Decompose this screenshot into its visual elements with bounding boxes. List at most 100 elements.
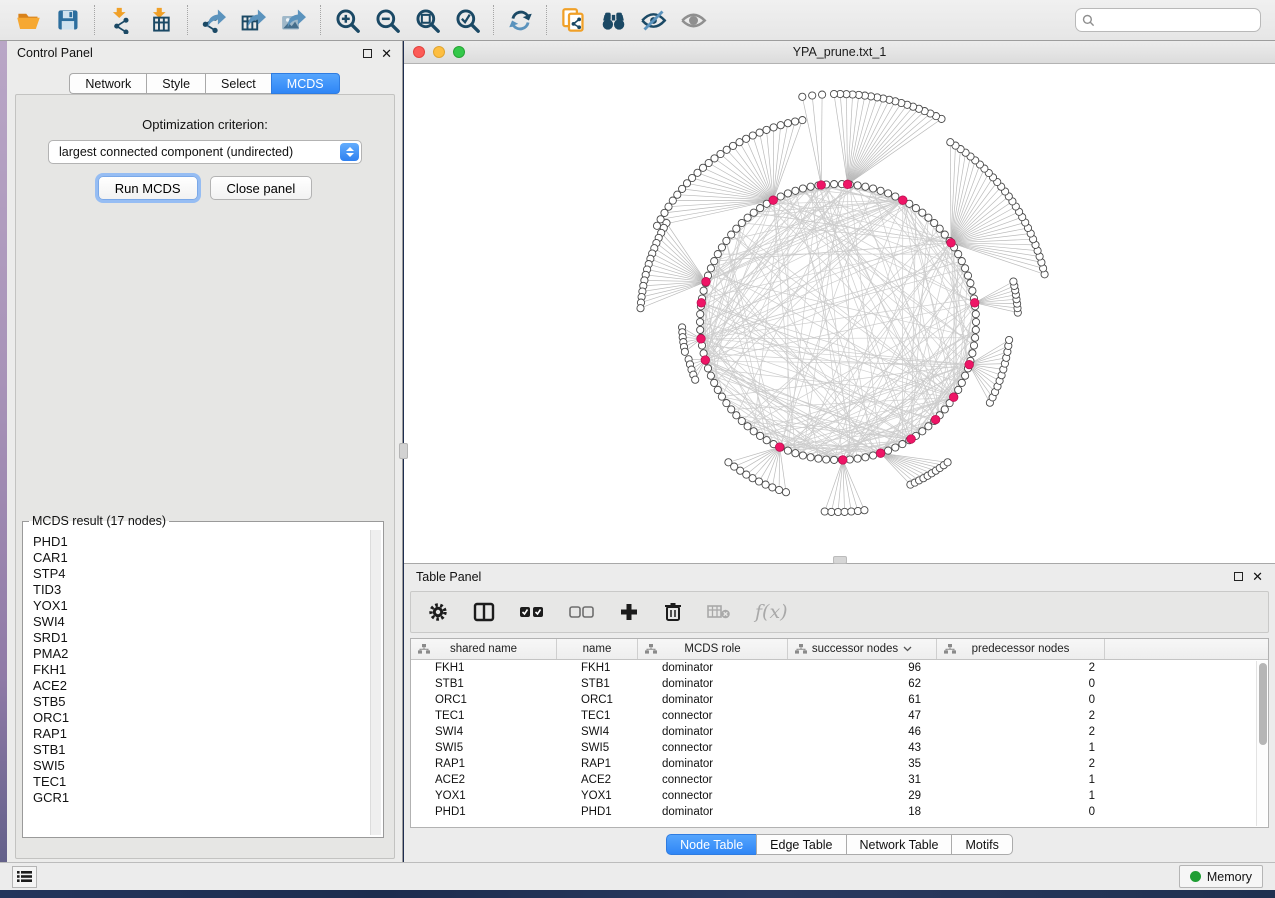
network-node[interactable] <box>919 428 926 435</box>
network-node[interactable] <box>755 478 762 485</box>
network-node[interactable] <box>958 379 965 386</box>
mcds-result-item[interactable]: ACE2 <box>33 678 361 694</box>
network-node[interactable] <box>972 318 979 325</box>
tab-network[interactable]: Network <box>69 73 146 94</box>
mcds-result-scrollbar[interactable] <box>370 530 381 835</box>
network-node[interactable] <box>637 305 644 312</box>
network-node[interactable] <box>877 187 884 194</box>
apply-layout-icon[interactable] <box>500 3 540 37</box>
network-node[interactable] <box>941 231 948 238</box>
table-row[interactable]: YOX1YOX1connector291 <box>411 788 1268 804</box>
network-node[interactable] <box>792 118 799 125</box>
network-node[interactable] <box>792 450 799 457</box>
dominator-node[interactable] <box>876 449 885 458</box>
close-panel-button[interactable]: Close panel <box>210 176 313 200</box>
tab-mcds[interactable]: MCDS <box>271 73 340 94</box>
network-overview-icon[interactable] <box>553 3 593 37</box>
mcds-result-item[interactable]: ORC1 <box>33 710 361 726</box>
network-node[interactable] <box>819 91 826 98</box>
table-row[interactable]: STB1STB1dominator620 <box>411 676 1268 692</box>
criterion-dropdown[interactable]: largest connected component (undirected) <box>48 140 362 164</box>
tab-style[interactable]: Style <box>146 73 205 94</box>
tab-motifs[interactable]: Motifs <box>951 834 1012 855</box>
network-node[interactable] <box>728 406 735 413</box>
mcds-result-item[interactable]: PMA2 <box>33 646 361 662</box>
network-node[interactable] <box>707 372 714 379</box>
dominator-node[interactable] <box>843 180 852 189</box>
network-node[interactable] <box>723 237 730 244</box>
network-node[interactable] <box>862 454 869 461</box>
network-node[interactable] <box>784 190 791 197</box>
column-header-shared-name[interactable]: shared name <box>411 639 557 659</box>
network-node[interactable] <box>962 372 969 379</box>
network-node[interactable] <box>757 205 764 212</box>
dominator-node[interactable] <box>697 335 706 344</box>
network-node[interactable] <box>1010 278 1017 285</box>
network-node[interactable] <box>704 365 711 372</box>
network-node[interactable] <box>738 417 745 424</box>
float-panel-icon[interactable] <box>363 49 372 58</box>
network-graph[interactable] <box>404 64 1275 562</box>
close-table-panel-icon[interactable]: ✕ <box>1252 572 1263 581</box>
network-node[interactable] <box>925 423 932 430</box>
network-node[interactable] <box>870 452 877 459</box>
network-node[interactable] <box>854 455 861 462</box>
dominator-node[interactable] <box>775 443 784 452</box>
network-node[interactable] <box>799 93 806 100</box>
network-node[interactable] <box>841 508 848 515</box>
dominator-node[interactable] <box>947 239 956 248</box>
network-node[interactable] <box>848 508 855 515</box>
search-box[interactable] <box>1075 8 1261 32</box>
network-node[interactable] <box>955 386 962 393</box>
network-node[interactable] <box>899 441 906 448</box>
table-row[interactable]: RAP1RAP1dominator352 <box>411 756 1268 772</box>
network-node[interactable] <box>861 507 868 514</box>
column-header-predecessor-nodes[interactable]: predecessor nodes <box>937 639 1105 659</box>
table-row[interactable]: PHD1PHD1dominator180 <box>411 804 1268 820</box>
mcds-result-item[interactable]: STB5 <box>33 694 361 710</box>
network-node[interactable] <box>697 326 704 333</box>
export-image-icon[interactable] <box>274 3 314 37</box>
network-node[interactable] <box>970 342 977 349</box>
mcds-result-item[interactable]: SRD1 <box>33 630 361 646</box>
network-node[interactable] <box>936 225 943 232</box>
mcds-result-item[interactable]: STP4 <box>33 566 361 582</box>
network-node[interactable] <box>809 92 816 99</box>
network-node[interactable] <box>925 214 932 221</box>
network-node[interactable] <box>807 183 814 190</box>
network-node[interactable] <box>707 265 714 272</box>
mcds-result-item[interactable]: CAR1 <box>33 550 361 566</box>
network-node[interactable] <box>661 209 668 216</box>
network-node[interactable] <box>870 185 877 192</box>
network-node[interactable] <box>749 132 756 139</box>
network-node[interactable] <box>763 437 770 444</box>
network-node[interactable] <box>733 225 740 232</box>
network-node[interactable] <box>919 209 926 216</box>
mcds-result-item[interactable]: GCR1 <box>33 790 361 806</box>
network-node[interactable] <box>931 219 938 226</box>
network-node[interactable] <box>696 318 703 325</box>
network-node[interactable] <box>714 386 721 393</box>
network-node[interactable] <box>885 447 892 454</box>
zoom-out-icon[interactable] <box>367 3 407 37</box>
mcds-result-item[interactable]: STB1 <box>33 742 361 758</box>
network-node[interactable] <box>969 287 976 294</box>
network-node[interactable] <box>718 393 725 400</box>
mcds-result-item[interactable]: SWI4 <box>33 614 361 630</box>
network-node[interactable] <box>769 484 776 491</box>
network-node[interactable] <box>777 122 784 129</box>
network-node[interactable] <box>799 185 806 192</box>
network-node[interactable] <box>941 406 948 413</box>
network-node[interactable] <box>828 508 835 515</box>
network-node[interactable] <box>711 379 718 386</box>
network-node[interactable] <box>972 311 979 318</box>
network-node[interactable] <box>756 129 763 136</box>
network-node[interactable] <box>697 311 704 318</box>
tab-network-table[interactable]: Network Table <box>846 834 952 855</box>
network-node[interactable] <box>962 265 969 272</box>
column-header-successor-nodes[interactable]: successor nodes <box>788 639 937 659</box>
network-node[interactable] <box>892 444 899 451</box>
dominator-node[interactable] <box>697 299 706 308</box>
dominator-node[interactable] <box>839 456 848 465</box>
network-node[interactable] <box>1006 336 1013 343</box>
